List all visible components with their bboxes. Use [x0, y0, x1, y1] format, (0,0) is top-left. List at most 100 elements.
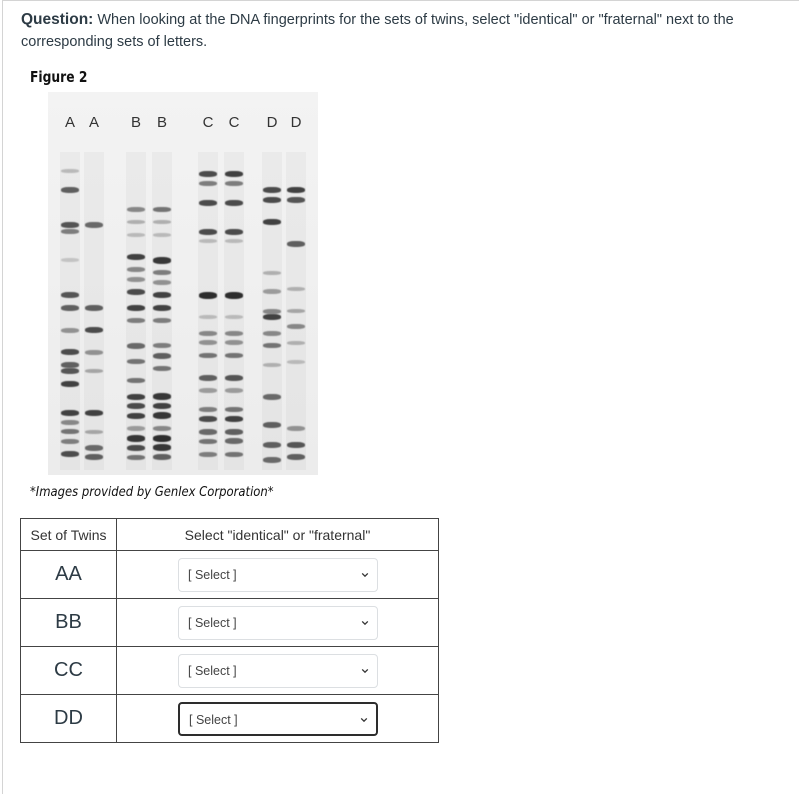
dna-band [263, 457, 281, 463]
dna-band [225, 181, 243, 186]
dna-band [287, 197, 305, 203]
twin-type-dropdown[interactable]: [ Select ] [178, 557, 378, 592]
dna-band [61, 222, 79, 228]
dna-band [127, 305, 145, 311]
dna-band [127, 378, 145, 383]
gel-background: AA BB CC DD [48, 92, 318, 475]
twin-set-label: BB [55, 611, 82, 633]
table-row: CC [ Select ] [20, 646, 439, 695]
select-cell: [ Select ] [116, 598, 439, 647]
chevron-down-icon [361, 572, 369, 577]
dna-band [199, 229, 217, 235]
dna-band [127, 233, 145, 237]
dna-band [61, 429, 79, 434]
dna-band [225, 315, 243, 319]
dna-band [85, 430, 103, 434]
dna-band [199, 171, 217, 177]
dna-band [61, 410, 79, 416]
dna-band [85, 305, 103, 311]
dna-band [225, 331, 243, 336]
twin-set-cell: DD [20, 694, 117, 743]
dna-band [153, 207, 171, 212]
dna-band [61, 349, 79, 355]
dna-band [287, 187, 305, 193]
dropdown-selected-value: [ Select ] [188, 567, 237, 582]
gel-lane [126, 152, 146, 470]
dna-band [225, 388, 243, 393]
dna-band [263, 219, 281, 225]
dna-band [153, 280, 171, 285]
dna-band [85, 369, 103, 373]
table-row: AA [ Select ] [20, 550, 439, 599]
dna-band [199, 407, 217, 412]
dna-band [85, 454, 103, 460]
dna-band [153, 233, 171, 237]
dropdown-selected-value: [ Select ] [188, 663, 237, 678]
dna-band [263, 363, 281, 367]
question-text: Question: When looking at the DNA finger… [21, 9, 781, 53]
lane-label: C [228, 114, 240, 131]
dna-band [153, 292, 171, 298]
dna-band [225, 340, 243, 345]
dna-band [61, 169, 79, 173]
dna-band [127, 403, 145, 409]
dna-band [263, 289, 281, 294]
twins-table: Set of Twins Select "identical" or "frat… [20, 518, 439, 743]
dna-band [225, 375, 243, 381]
dna-band [85, 222, 103, 228]
dna-band [263, 422, 281, 428]
figure-title: Figure 2 [30, 68, 88, 86]
dna-band [225, 239, 243, 243]
twin-set-label: DD [54, 707, 83, 729]
dna-band [287, 442, 305, 448]
dna-band [85, 350, 103, 355]
dna-band [61, 368, 79, 374]
dna-band [199, 353, 217, 358]
dna-band [287, 454, 305, 460]
dna-band [85, 410, 103, 416]
dna-band [153, 318, 171, 323]
dna-band [153, 353, 171, 359]
dna-band [225, 452, 243, 457]
dna-band [153, 393, 171, 400]
twin-type-dropdown[interactable]: [ Select ] [178, 653, 378, 688]
dna-band [61, 420, 79, 425]
dna-band [263, 187, 281, 193]
dna-band [287, 341, 305, 345]
select-cell: [ Select ] [116, 646, 439, 695]
lane-label: A [88, 114, 99, 131]
dna-fingerprint-image: AA BB CC DD [48, 92, 318, 475]
header-select: Select "identical" or "fraternal" [116, 518, 439, 551]
gel-lane [286, 152, 306, 470]
dna-band [153, 257, 171, 264]
gel-lane [60, 152, 80, 470]
dna-band [61, 381, 79, 387]
dna-band [127, 359, 145, 364]
dna-band [199, 181, 217, 186]
twin-set-cell: AA [20, 550, 117, 599]
dna-band [127, 289, 145, 295]
twin-type-dropdown[interactable]: [ Select ] [178, 605, 378, 640]
dna-band [127, 394, 145, 400]
dna-band [127, 435, 145, 442]
dna-band [287, 324, 305, 329]
dna-band [85, 445, 103, 451]
table-row: BB [ Select ] [20, 598, 439, 647]
twin-set-label: CC [54, 659, 83, 681]
select-cell: [ Select ] [116, 694, 439, 743]
lane-label: D [266, 114, 278, 131]
lane-label: B [156, 114, 167, 131]
twin-type-dropdown[interactable]: [ Select ] [178, 701, 378, 736]
dna-band [225, 353, 243, 358]
dna-band [287, 360, 305, 364]
dna-band [225, 438, 243, 444]
dna-band [127, 267, 145, 272]
dna-band [199, 315, 217, 319]
dna-band [61, 451, 79, 457]
dna-band [127, 207, 145, 212]
dna-band [153, 454, 171, 460]
dna-band [61, 258, 79, 262]
dna-band [199, 239, 217, 243]
dna-band [153, 220, 171, 224]
dna-band [127, 254, 145, 260]
